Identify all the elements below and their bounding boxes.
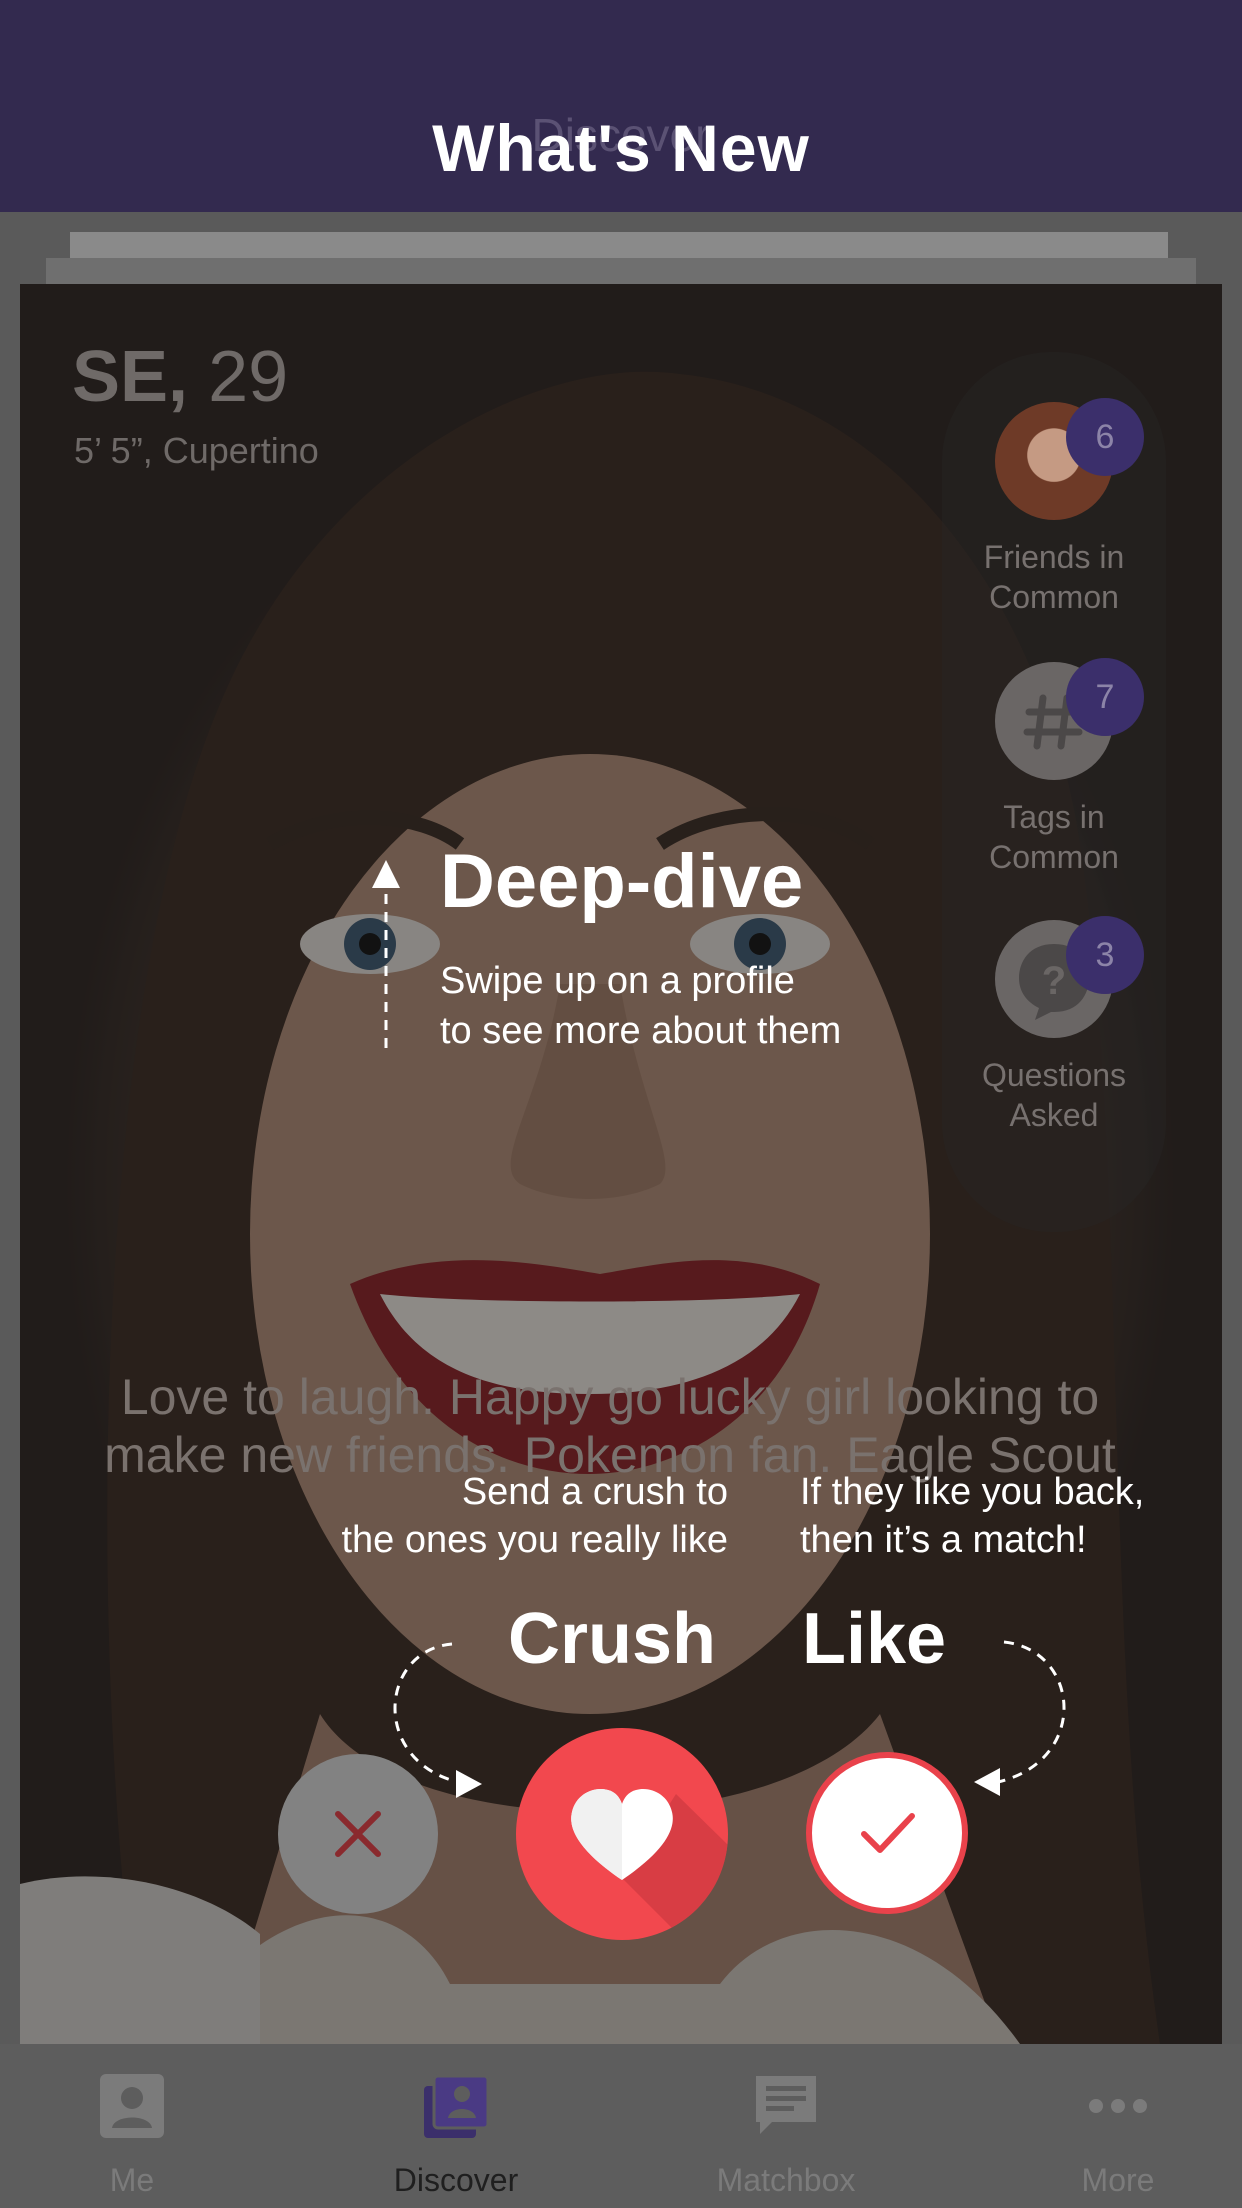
swipe-up-arrow-icon [372,860,400,1048]
crush-line-1: Send a crush to [461,1471,728,1513]
crush-description: Send a crush to the ones you really like [300,1468,728,1564]
crush-button[interactable] [516,1728,728,1940]
deepdive-title: Deep-dive [440,839,804,924]
checkmark-icon [861,1813,915,1853]
pass-button[interactable] [278,1754,438,1914]
like-line-2: then it’s a match! [800,1519,1087,1561]
like-description: If they like you back, then it’s a match… [800,1468,1240,1564]
crush-line-2: the ones you really like [341,1519,728,1561]
close-icon [335,1811,381,1857]
like-arrow-icon [974,1640,1066,1796]
deepdive-description: Swipe up on a profile to see more about … [440,956,960,1056]
deepdive-line-1: Swipe up on a profile [440,960,795,1002]
like-line-1: If they like you back, [800,1471,1145,1513]
deepdive-line-2: to see more about them [440,1010,842,1052]
crush-title: Crush [508,1599,717,1679]
like-title: Like [802,1599,947,1679]
heart-icon [571,1788,728,1940]
like-button[interactable] [806,1752,968,1914]
